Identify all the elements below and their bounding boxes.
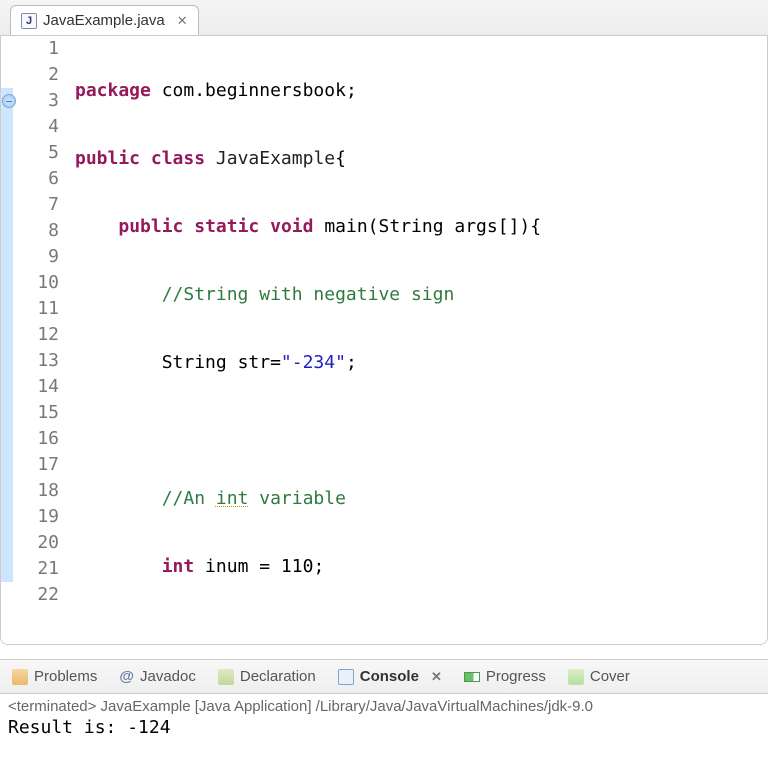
code-line: String str="-234"; <box>75 350 767 376</box>
tab-console[interactable]: Console✕ <box>338 668 442 685</box>
progress-icon <box>464 672 480 682</box>
line-number: 13 <box>17 348 59 374</box>
problems-icon <box>12 669 28 685</box>
line-number: 1 <box>17 36 59 62</box>
console-body: <terminated> JavaExample [Java Applicati… <box>0 694 768 742</box>
java-file-icon: J <box>21 13 37 29</box>
declaration-icon <box>218 669 234 685</box>
line-number: 6 <box>17 166 59 192</box>
line-number: 19 <box>17 504 59 530</box>
bottom-panel: Problems @Javadoc Declaration Console✕ P… <box>0 659 768 742</box>
close-tab-icon[interactable]: ✕ <box>177 13 188 29</box>
code-line: package com.beginnersbook; <box>75 78 767 104</box>
close-icon[interactable]: ✕ <box>431 669 442 685</box>
code-editor[interactable]: − 1 2 3 4 5 6 7 8 9 10 11 12 13 14 15 <box>1 36 767 644</box>
code-line: public static void main(String args[]){ <box>75 214 767 240</box>
line-number: 16 <box>17 426 59 452</box>
fold-marker-icon[interactable]: − <box>2 94 16 108</box>
line-number: 11 <box>17 296 59 322</box>
tab-javadoc[interactable]: @Javadoc <box>119 668 196 685</box>
line-number: 15 <box>17 400 59 426</box>
coverage-icon <box>568 669 584 685</box>
code-line <box>75 622 767 645</box>
line-number: 7 <box>17 192 59 218</box>
bottom-tab-bar: Problems @Javadoc Declaration Console✕ P… <box>0 660 768 694</box>
code-line: //String with negative sign <box>75 282 767 308</box>
console-output: Result is: -124 <box>8 717 760 738</box>
line-number: 14 <box>17 374 59 400</box>
line-number: 18 <box>17 478 59 504</box>
line-number: 4 <box>17 114 59 140</box>
line-number: 9 <box>17 244 59 270</box>
editor-tab-bar: J JavaExample.java ✕ <box>0 0 768 36</box>
editor-pane: − 1 2 3 4 5 6 7 8 9 10 11 12 13 14 15 <box>0 36 768 645</box>
line-number: 2 <box>17 62 59 88</box>
line-number: 3 <box>17 88 59 114</box>
tab-progress[interactable]: Progress <box>464 668 546 685</box>
marker-strip: − <box>1 36 17 644</box>
active-file-tab[interactable]: J JavaExample.java ✕ <box>10 5 199 35</box>
code-line: int inum = 110; <box>75 554 767 580</box>
line-number: 20 <box>17 530 59 556</box>
code-line <box>75 418 767 444</box>
line-number: 10 <box>17 270 59 296</box>
tab-problems[interactable]: Problems <box>12 668 97 685</box>
tab-declaration[interactable]: Declaration <box>218 668 316 685</box>
line-number: 8 <box>17 218 59 244</box>
console-icon <box>338 669 354 685</box>
code-line: //An int variable <box>75 486 767 512</box>
line-number: 12 <box>17 322 59 348</box>
line-number: 21 <box>17 556 59 582</box>
tab-coverage[interactable]: Cover <box>568 668 630 685</box>
line-number: 17 <box>17 452 59 478</box>
line-number: 22 <box>17 582 59 608</box>
line-number-gutter: 1 2 3 4 5 6 7 8 9 10 11 12 13 14 15 16 1… <box>17 36 69 644</box>
javadoc-icon: @ <box>119 668 134 685</box>
tab-filename: JavaExample.java <box>43 12 165 29</box>
code-area[interactable]: package com.beginnersbook; public class … <box>69 36 767 644</box>
code-line: public class JavaExample{ <box>75 146 767 172</box>
console-header: <terminated> JavaExample [Java Applicati… <box>8 698 760 715</box>
line-number: 5 <box>17 140 59 166</box>
